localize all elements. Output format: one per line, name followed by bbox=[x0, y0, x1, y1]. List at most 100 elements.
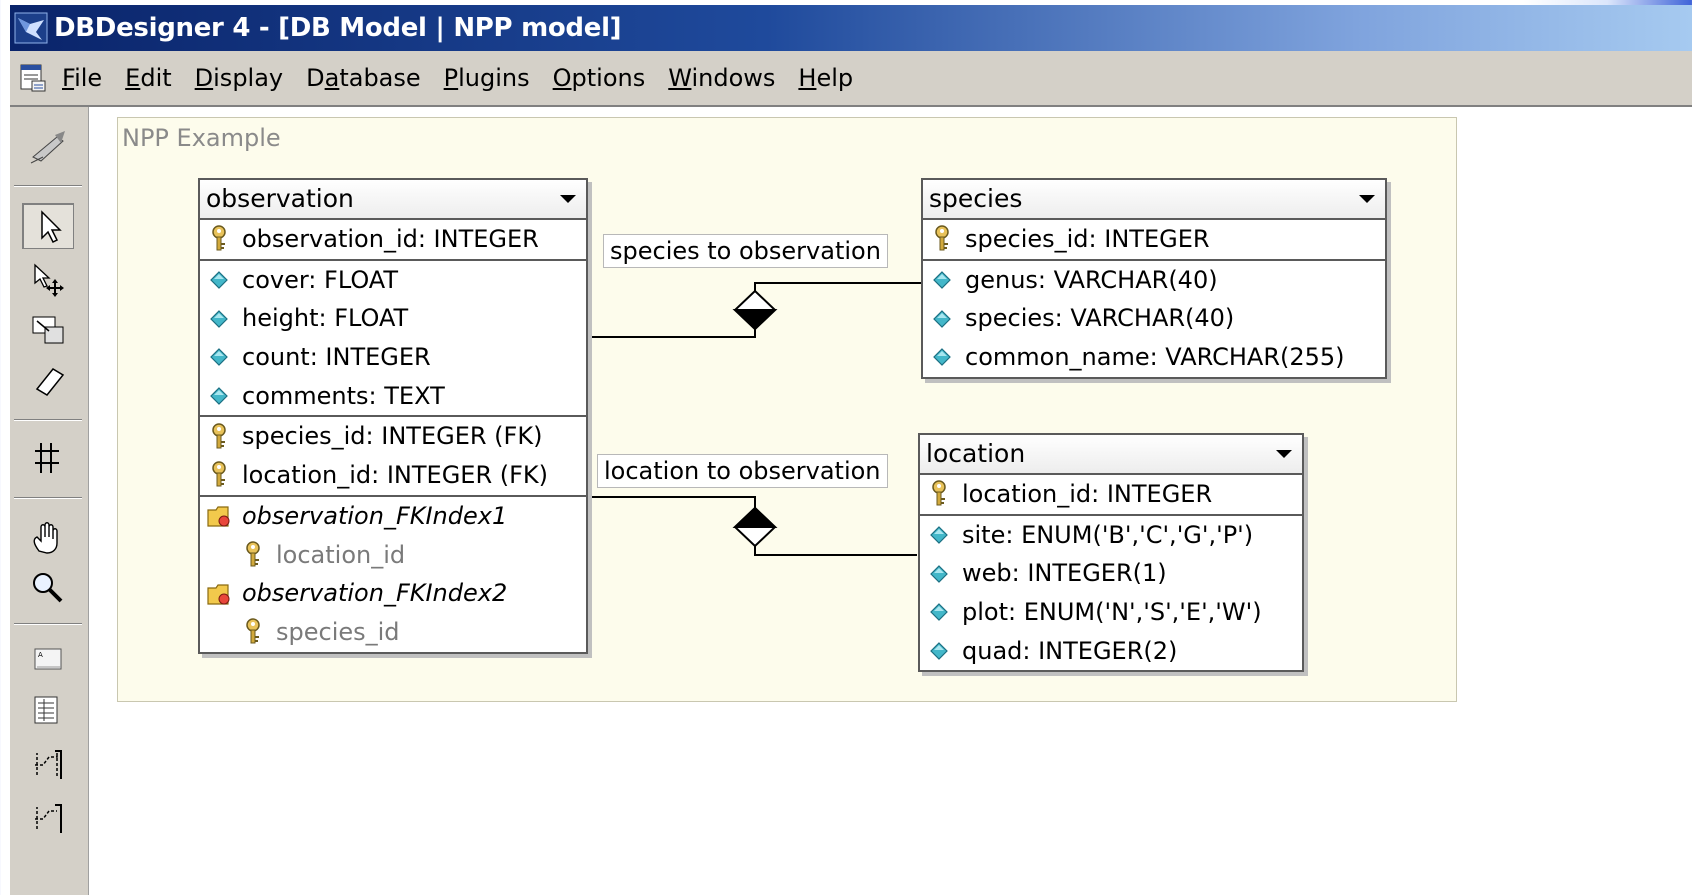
zoom-tool[interactable] bbox=[22, 565, 72, 609]
column-label: species_id bbox=[276, 617, 400, 646]
column-label: count: INTEGER bbox=[242, 343, 431, 372]
menu-item[interactable]: Options bbox=[553, 64, 646, 92]
region-grid-icon bbox=[35, 443, 59, 473]
relation-11-icon bbox=[35, 804, 62, 833]
image-tool[interactable] bbox=[22, 689, 72, 733]
resize-tool[interactable] bbox=[22, 307, 72, 351]
column-label: comments: TEXT bbox=[242, 381, 445, 410]
dropdown-arrow-icon[interactable] bbox=[1359, 195, 1375, 203]
column-diamond-icon bbox=[926, 637, 952, 665]
app-window: DBDesigner 4 - [DB Model | NPP model] Fi… bbox=[10, 5, 1692, 895]
key-icon bbox=[240, 618, 266, 646]
table-name: species bbox=[929, 184, 1023, 213]
table-location[interactable]: location location_id: INTEGER site: ENUM… bbox=[918, 433, 1304, 673]
column-label: species_id: INTEGER bbox=[965, 225, 1210, 253]
toolbar-separator bbox=[14, 185, 82, 187]
table-observation[interactable]: observation observation_id: INTEGER cove… bbox=[198, 178, 588, 654]
primary-key-row[interactable]: observation_id: INTEGER bbox=[200, 220, 586, 259]
column-row[interactable]: genus: VARCHAR(40) bbox=[923, 261, 1385, 300]
hand-tool[interactable] bbox=[22, 515, 72, 559]
column-diamond-icon bbox=[929, 305, 955, 333]
pointer-icon bbox=[41, 210, 62, 244]
key-icon bbox=[929, 225, 955, 253]
document-icon[interactable] bbox=[18, 63, 48, 93]
column-row[interactable]: cover: FLOAT bbox=[200, 261, 586, 300]
foreign-key-row[interactable]: location_id: INTEGER (FK) bbox=[200, 456, 586, 495]
title-bar[interactable]: DBDesigner 4 - [DB Model | NPP model] bbox=[10, 5, 1692, 51]
eraser-icon bbox=[35, 368, 65, 396]
column-row[interactable]: species: VARCHAR(40) bbox=[923, 299, 1385, 338]
index-row[interactable]: observation_FKIndex1 bbox=[200, 497, 586, 536]
index-column-row[interactable]: location_id bbox=[200, 536, 586, 575]
svg-text:A: A bbox=[38, 651, 43, 659]
column-row[interactable]: count: INTEGER bbox=[200, 338, 586, 377]
key-icon bbox=[206, 225, 232, 253]
relation-1n-tool[interactable] bbox=[22, 743, 72, 787]
column-label: plot: ENUM('N','S','E','W') bbox=[962, 598, 1262, 627]
toolbar-separator bbox=[14, 497, 82, 499]
index-column-row[interactable]: species_id bbox=[200, 613, 586, 652]
resize-icon bbox=[32, 316, 64, 344]
primary-key-row[interactable]: location_id: INTEGER bbox=[920, 475, 1302, 514]
design-mode-icon bbox=[30, 131, 65, 164]
column-row[interactable]: site: ENUM('B','C','G','P') bbox=[920, 516, 1302, 555]
design-mode-tool[interactable] bbox=[22, 125, 72, 169]
dbdesigner-app-icon[interactable] bbox=[14, 12, 48, 44]
column-diamond-icon bbox=[206, 343, 232, 371]
tool-palette: A bbox=[10, 107, 89, 895]
column-label: genus: VARCHAR(40) bbox=[965, 265, 1218, 294]
pointer-tool[interactable] bbox=[22, 203, 74, 249]
table-header[interactable]: observation bbox=[200, 180, 586, 220]
table-species[interactable]: species species_id: INTEGER genus: VARCH… bbox=[921, 178, 1387, 379]
eraser-tool[interactable] bbox=[22, 357, 72, 401]
foreign-key-row[interactable]: species_id: INTEGER (FK) bbox=[200, 417, 586, 456]
column-label: quad: INTEGER(2) bbox=[962, 636, 1178, 665]
move-tool[interactable] bbox=[22, 257, 72, 301]
dropdown-arrow-icon[interactable] bbox=[560, 195, 576, 203]
key-icon bbox=[926, 480, 952, 508]
table-header[interactable]: species bbox=[923, 180, 1385, 220]
relation-location-to-observation[interactable] bbox=[586, 496, 917, 556]
menu-item[interactable]: File bbox=[62, 64, 102, 92]
region-grid-tool[interactable] bbox=[22, 435, 72, 479]
column-row[interactable]: height: FLOAT bbox=[200, 299, 586, 338]
relation-label-species[interactable]: species to observation bbox=[603, 234, 888, 268]
column-label: web: INTEGER(1) bbox=[962, 559, 1167, 588]
column-diamond-icon bbox=[206, 382, 232, 410]
menu-item[interactable]: Plugins bbox=[444, 64, 530, 92]
index-folder-icon bbox=[206, 580, 232, 608]
note-tool[interactable]: A bbox=[22, 637, 72, 681]
dropdown-arrow-icon[interactable] bbox=[1276, 450, 1292, 458]
table-name: location bbox=[926, 439, 1026, 468]
table-header[interactable]: location bbox=[920, 435, 1302, 475]
toolbar-separator bbox=[14, 623, 82, 625]
menu-item[interactable]: Database bbox=[306, 64, 421, 92]
menu-bar: File Edit Display Database Plugins Options Win… bbox=[10, 51, 1692, 107]
column-row[interactable]: common_name: VARCHAR(255) bbox=[923, 338, 1385, 377]
column-diamond-icon bbox=[929, 266, 955, 294]
model-canvas[interactable]: NPP Example species to observation locat… bbox=[89, 107, 1692, 895]
column-row[interactable]: plot: ENUM('N','S','E','W') bbox=[920, 593, 1302, 632]
image-icon bbox=[34, 696, 58, 724]
column-row[interactable]: web: INTEGER(1) bbox=[920, 554, 1302, 593]
move-icon bbox=[34, 263, 64, 297]
index-row[interactable]: observation_FKIndex2 bbox=[200, 574, 586, 613]
relation-species-to-observation[interactable] bbox=[586, 282, 921, 338]
column-label: height: FLOAT bbox=[242, 304, 409, 333]
primary-key-row[interactable]: species_id: INTEGER bbox=[923, 220, 1385, 259]
relation-11-tool[interactable] bbox=[22, 795, 72, 839]
menu-item[interactable]: Help bbox=[798, 64, 853, 92]
note-icon: A bbox=[34, 648, 62, 670]
column-label: cover: FLOAT bbox=[242, 265, 399, 294]
menu-item[interactable]: Windows bbox=[668, 64, 775, 92]
column-row[interactable]: quad: INTEGER(2) bbox=[920, 632, 1302, 671]
relation-label-location[interactable]: location to observation bbox=[597, 454, 888, 488]
column-row[interactable]: comments: TEXT bbox=[200, 377, 586, 416]
column-label: species_id: INTEGER (FK) bbox=[242, 422, 543, 451]
relation-1n-icon bbox=[35, 750, 62, 779]
column-diamond-icon bbox=[206, 266, 232, 294]
menu-item[interactable]: Display bbox=[195, 64, 283, 92]
menu-item[interactable]: Edit bbox=[125, 64, 171, 92]
column-diamond-icon bbox=[206, 305, 232, 333]
column-diamond-icon bbox=[926, 598, 952, 626]
